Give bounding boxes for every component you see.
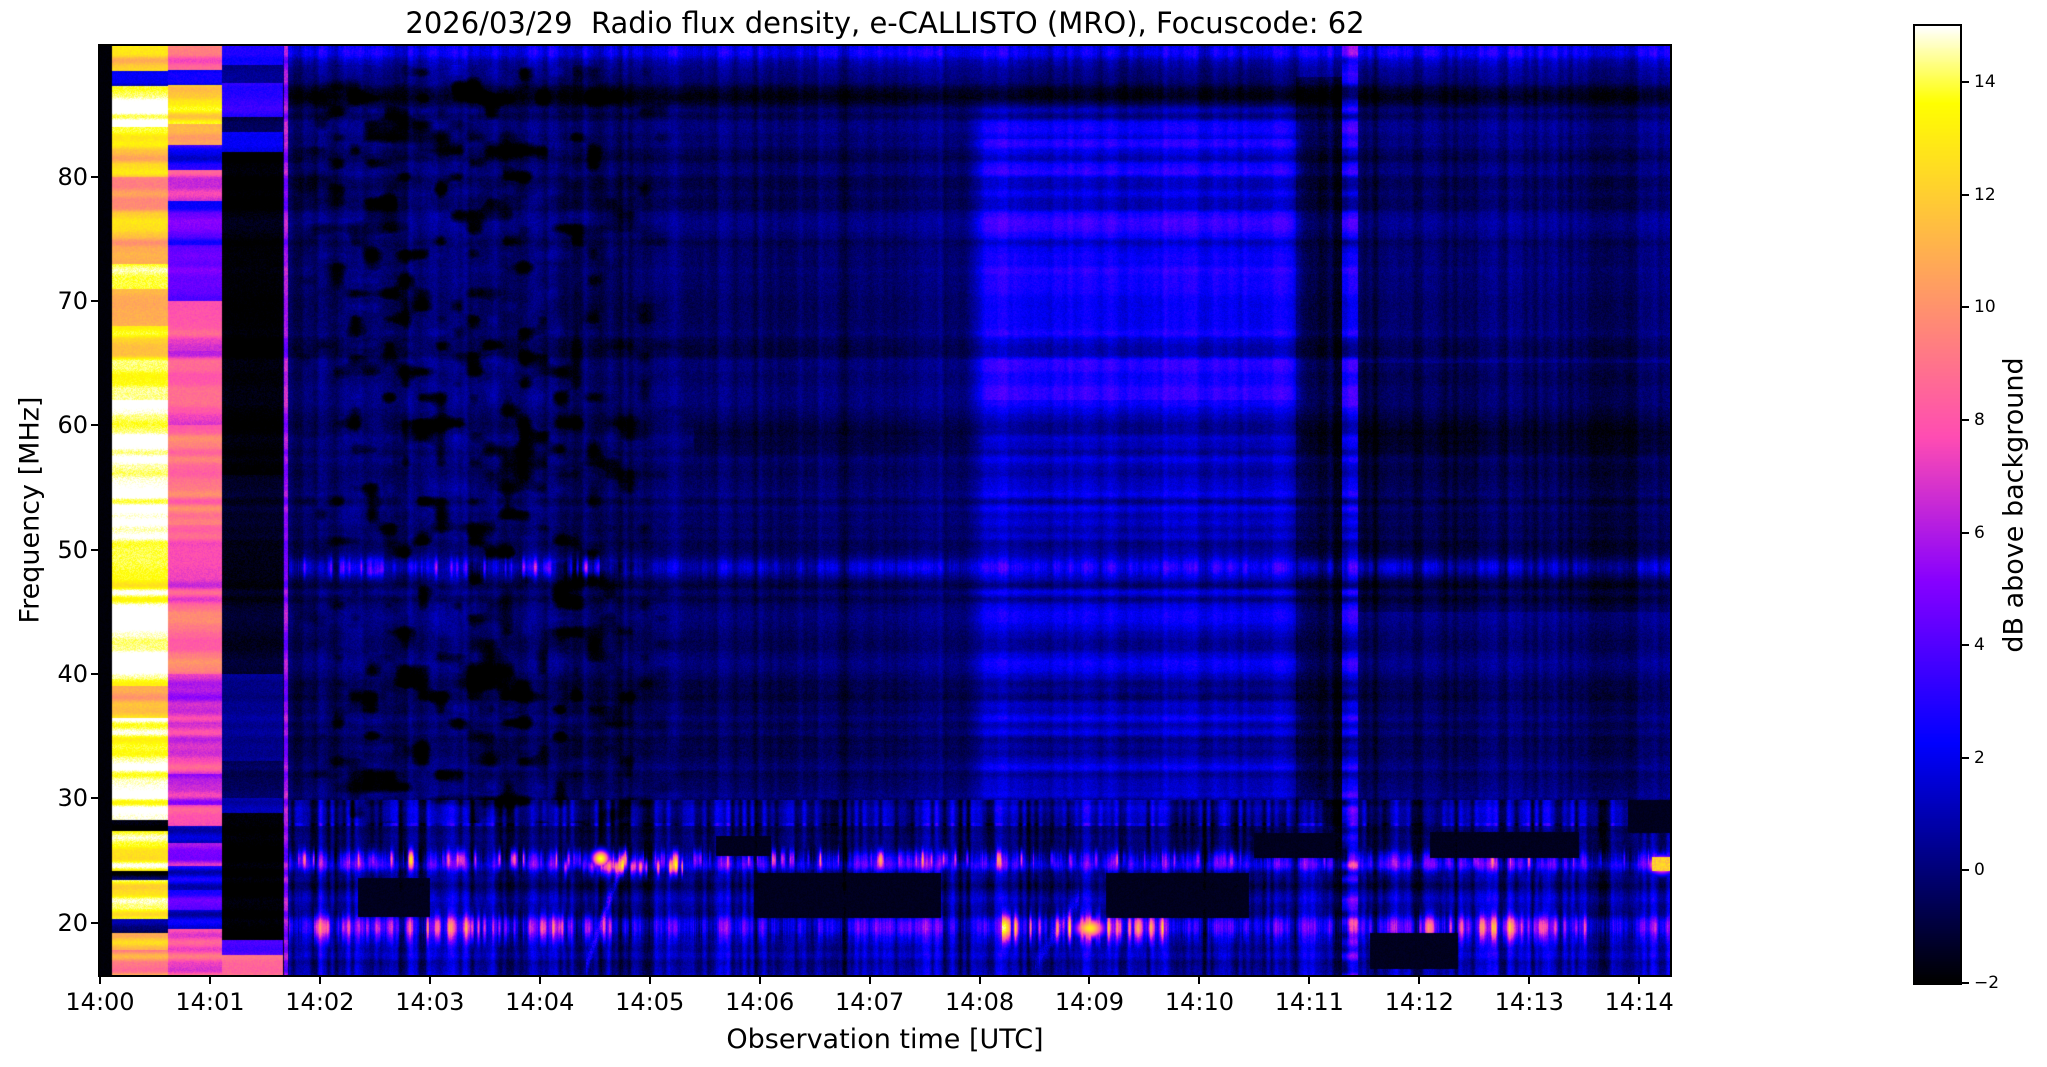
colorbar-tick-mark [1962, 193, 1969, 196]
x-tick-label: 14:14 [1604, 988, 1674, 1016]
colorbar-tick-mark [1962, 81, 1969, 84]
x-tick-label: 14:10 [1164, 988, 1235, 1016]
colorbar-tick-mark [1962, 419, 1969, 422]
colorbar-tick-label: 4 [1974, 635, 1985, 656]
spectrogram-figure: 2026/03/29 Radio flux density, e-CALLIST… [0, 0, 2047, 1067]
x-tick-mark [978, 975, 981, 984]
x-tick-label: 14:07 [835, 988, 905, 1016]
x-tick-label: 14:09 [1054, 988, 1125, 1016]
colorbar-tick-label: 6 [1974, 522, 1985, 543]
x-tick-mark [1198, 975, 1201, 984]
x-tick-label: 14:03 [395, 988, 465, 1016]
x-tick-label: 14:12 [1384, 988, 1454, 1016]
x-tick-mark [648, 975, 651, 984]
colorbar-tick-label: 2 [1974, 747, 1985, 768]
colorbar-tick-label: 10 [1974, 297, 1996, 318]
x-tick-mark [1638, 975, 1641, 984]
y-axis-label: Frequency [MHz] [14, 396, 46, 624]
spectrogram-canvas [100, 46, 1670, 975]
x-tick-mark [1088, 975, 1091, 984]
y-tick-mark [91, 175, 100, 178]
x-tick-label: 14:02 [285, 988, 355, 1016]
colorbar-tick-label: 8 [1974, 410, 1985, 431]
x-tick-mark [99, 975, 101, 984]
colorbar-tick-label: −2 [1974, 973, 2000, 993]
colorbar-label: dB above background [1998, 357, 2030, 653]
x-tick-mark [758, 975, 761, 984]
y-tick-label: 70 [57, 286, 88, 315]
y-tick-mark [91, 299, 100, 302]
colorbar-tick-label: 0 [1974, 860, 1985, 881]
colorbar-canvas [1915, 26, 1960, 983]
x-tick-mark [208, 975, 211, 984]
colorbar-tick-mark [1962, 756, 1969, 759]
y-tick-mark [91, 673, 100, 676]
x-tick-label: 14:05 [615, 988, 685, 1016]
x-tick-label: 14:01 [175, 988, 245, 1016]
x-tick-label: 14:11 [1274, 988, 1344, 1016]
y-tick-label: 30 [57, 784, 88, 813]
x-tick-mark [318, 975, 321, 984]
y-tick-label: 40 [57, 660, 88, 689]
y-tick-label: 20 [57, 908, 88, 937]
x-axis-label: Observation time [UTC] [726, 1024, 1044, 1055]
colorbar-tick-label: 12 [1974, 184, 1996, 205]
colorbar-tick-mark [1962, 644, 1969, 647]
x-tick-label: 14:04 [505, 988, 575, 1016]
x-tick-label: 14:06 [725, 988, 795, 1016]
x-tick-label: 14:08 [944, 988, 1015, 1016]
x-tick-label: 14:00 [65, 988, 135, 1016]
y-tick-mark [91, 548, 100, 551]
x-tick-mark [868, 975, 871, 984]
y-tick-mark [91, 797, 100, 800]
colorbar-tick-mark [1962, 982, 1969, 984]
x-tick-mark [428, 975, 431, 984]
x-tick-label: 14:13 [1494, 988, 1564, 1016]
colorbar-tick-mark [1962, 531, 1969, 534]
x-tick-mark [538, 975, 541, 984]
x-tick-mark [1528, 975, 1531, 984]
colorbar-tick-label: 14 [1974, 72, 1996, 93]
y-tick-label: 80 [57, 162, 88, 191]
y-tick-mark [91, 424, 100, 427]
chart-title: 2026/03/29 Radio flux density, e-CALLIST… [405, 6, 1365, 40]
colorbar-tick-mark [1962, 306, 1969, 309]
x-tick-mark [1418, 975, 1421, 984]
colorbar-tick-mark [1962, 869, 1969, 872]
y-tick-mark [91, 921, 100, 924]
x-tick-mark [1308, 975, 1311, 984]
